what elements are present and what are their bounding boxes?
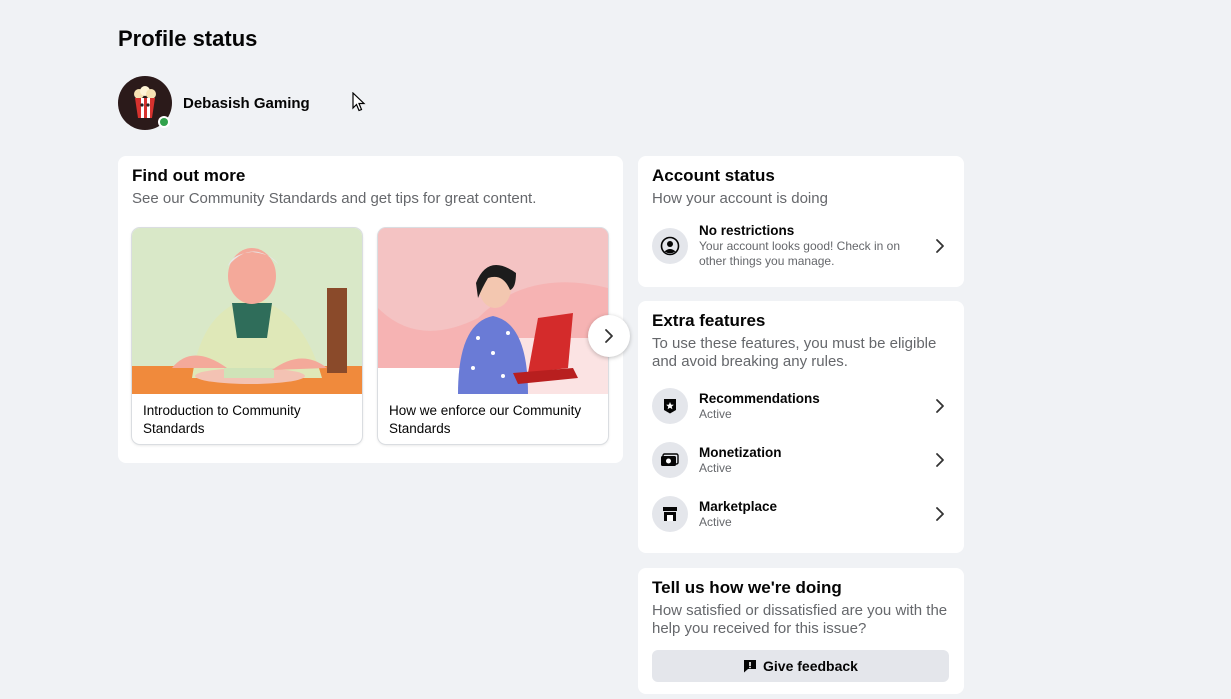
account-status-title: Account status (652, 166, 775, 185)
tile-label: How we enforce our Community Standards (389, 403, 582, 436)
feedback-subtitle: How satisfied or dissatisfied are you wi… (652, 602, 948, 637)
mouse-cursor-icon (352, 92, 366, 112)
tiles-carousel: Introduction to Community Standards How … (132, 228, 608, 444)
extra-features-title: Extra features (652, 311, 766, 330)
feedback-title: Tell us how we're doing (652, 578, 842, 597)
storefront-icon (652, 496, 688, 532)
chevron-right-icon (605, 329, 613, 343)
find-out-more-subtitle: See our Community Standards and get tips… (132, 190, 537, 207)
feedback-icon (744, 660, 757, 673)
row-status: Active (699, 515, 732, 529)
badge-star-icon (652, 388, 688, 424)
chevron-right-icon (930, 396, 950, 416)
no-restrictions-row[interactable]: No restrictions Your account looks good!… (652, 222, 950, 269)
popcorn-avatar-icon (134, 86, 156, 118)
profile-header: Debasish Gaming (118, 76, 310, 130)
row-title: Marketplace (699, 499, 778, 514)
extra-features-card: Extra features To use these features, yo… (638, 301, 964, 553)
give-feedback-button[interactable]: Give feedback (652, 650, 949, 682)
find-out-more-card: Find out more See our Community Standard… (118, 156, 630, 463)
woman-laptop-illustration (378, 228, 608, 394)
carousel-next-button[interactable] (588, 315, 630, 357)
chevron-right-icon (930, 450, 950, 470)
elderly-man-reading-illustration (132, 228, 362, 394)
tile-label: Introduction to Community Standards (143, 403, 301, 436)
extra-features-subtitle: To use these features, you must be eligi… (652, 335, 937, 370)
online-status-indicator (158, 116, 170, 128)
account-status-card: Account status How your account is doing… (638, 156, 964, 287)
row-title: Recommendations (699, 391, 820, 406)
recommendations-row[interactable]: Recommendations Active (652, 387, 950, 425)
money-icon (652, 442, 688, 478)
give-feedback-label: Give feedback (763, 658, 858, 674)
tile-intro-community-standards[interactable]: Introduction to Community Standards (132, 228, 362, 444)
tile-how-we-enforce[interactable]: How we enforce our Community Standards (378, 228, 608, 444)
page-title: Profile status (118, 26, 258, 51)
avatar[interactable] (118, 76, 172, 130)
row-title: Monetization (699, 445, 782, 460)
chevron-right-icon (930, 236, 950, 256)
profile-name[interactable]: Debasish Gaming (183, 95, 310, 112)
row-description: Your account looks good! Check in on oth… (699, 239, 901, 268)
find-out-more-title: Find out more (132, 166, 246, 185)
chevron-right-icon (930, 504, 950, 524)
row-title: No restrictions (699, 223, 795, 238)
monetization-row[interactable]: Monetization Active (652, 441, 950, 479)
marketplace-row[interactable]: Marketplace Active (652, 495, 950, 533)
row-status: Active (699, 461, 732, 475)
user-circle-icon (652, 227, 688, 264)
row-status: Active (699, 407, 732, 421)
account-status-subtitle: How your account is doing (652, 190, 828, 207)
feedback-card: Tell us how we're doing How satisfied or… (638, 568, 964, 694)
